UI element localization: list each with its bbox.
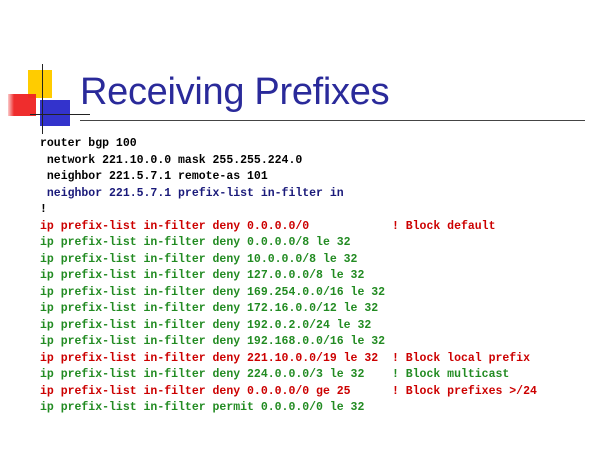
code-line: ip prefix-list in-filter deny 192.0.2.0/… (40, 318, 372, 332)
code-line: ip prefix-list in-filter deny 221.10.0.0… (40, 351, 530, 365)
logo-vertical-line (42, 64, 43, 134)
logo-red-fade (6, 94, 14, 116)
title-underline-rule (80, 120, 585, 121)
code-line: network 221.10.0.0 mask 255.255.224.0 (40, 153, 303, 167)
config-code-block: router bgp 100 network 221.10.0.0 mask 2… (40, 136, 537, 417)
logo-horizontal-line (30, 114, 90, 115)
code-line: ip prefix-list in-filter permit 0.0.0.0/… (40, 401, 365, 414)
code-line: neighbor 221.5.7.1 prefix-list in-filter… (40, 186, 344, 200)
code-line: ! (40, 203, 47, 216)
code-line: ip prefix-list in-filter deny 0.0.0.0/8 … (40, 236, 351, 249)
code-line: ip prefix-list in-filter deny 0.0.0.0/0 … (40, 219, 496, 233)
slide-title: Receiving Prefixes (80, 71, 390, 113)
code-line: router bgp 100 (40, 137, 137, 150)
code-line: ip prefix-list in-filter deny 0.0.0.0/0 … (40, 384, 537, 398)
code-line: ip prefix-list in-filter deny 127.0.0.0/… (40, 269, 365, 282)
slide-logo-graphic (0, 0, 90, 140)
code-line: ip prefix-list in-filter deny 10.0.0.0/8… (40, 252, 358, 266)
code-line: ip prefix-list in-filter deny 224.0.0.0/… (40, 368, 510, 381)
code-line: neighbor 221.5.7.1 remote-as 101 (40, 170, 268, 183)
code-line: ip prefix-list in-filter deny 169.254.0.… (40, 285, 386, 299)
code-line: ip prefix-list in-filter deny 172.16.0.0… (40, 302, 379, 315)
code-line: ip prefix-list in-filter deny 192.168.0.… (40, 335, 386, 348)
logo-blue-square (40, 100, 70, 126)
